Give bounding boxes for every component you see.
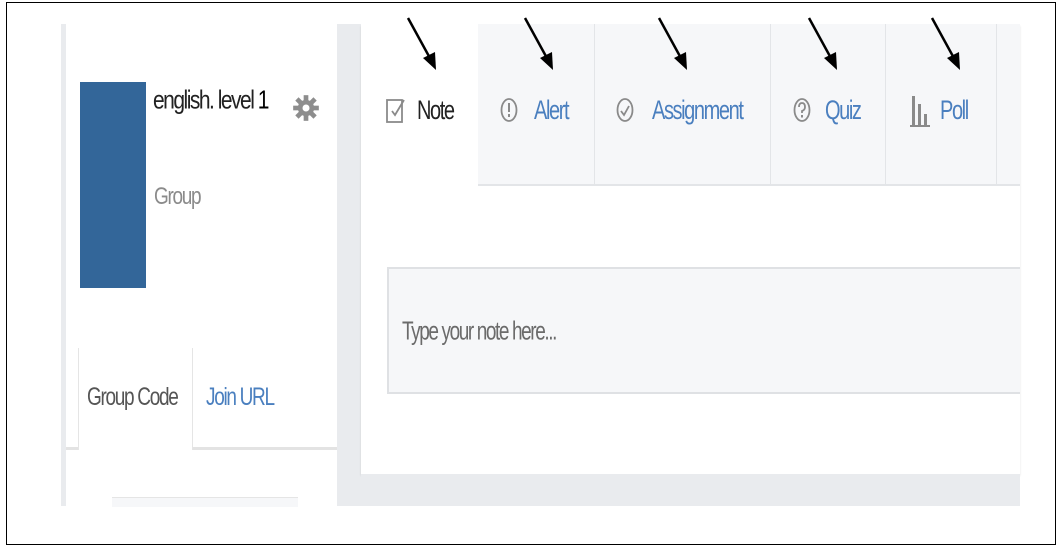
toolbar-divider <box>770 24 771 184</box>
quiz-icon <box>793 98 811 122</box>
group-code-panel <box>112 497 298 507</box>
annotation-arrow <box>807 17 837 70</box>
tab-group-code-label[interactable]: Group Code <box>87 384 179 413</box>
annotation-arrow <box>523 17 553 70</box>
note-icon <box>386 99 405 123</box>
group-type-label: Group <box>154 184 202 211</box>
alert-icon <box>500 98 518 122</box>
tool-poll[interactable]: Poll <box>910 94 990 134</box>
tool-note-label: Note <box>417 96 455 126</box>
annotation-arrow <box>930 17 960 70</box>
assignment-icon <box>616 98 634 122</box>
group-name-text: english. level <box>153 86 258 115</box>
tool-note[interactable]: Note <box>385 94 475 134</box>
tool-alert[interactable]: Alert <box>500 94 580 134</box>
group-name[interactable]: english. level 1 <box>153 86 270 116</box>
tool-quiz-label: Quiz <box>825 96 862 126</box>
tab-join-url[interactable]: Join URL <box>206 384 275 413</box>
tabs-underline-left <box>66 447 78 450</box>
annotation-arrow <box>657 17 687 70</box>
toolbar-divider <box>594 24 595 184</box>
toolbar-divider <box>996 24 997 184</box>
toolbar-divider <box>885 24 886 184</box>
poll-icon <box>910 96 930 127</box>
tool-alert-label: Alert <box>534 96 570 126</box>
group-avatar[interactable] <box>80 82 146 288</box>
tool-assignment[interactable]: Assignment <box>616 94 756 134</box>
tool-assignment-label: Assignment <box>652 96 744 126</box>
page-background-band <box>361 474 1020 506</box>
tool-quiz[interactable]: Quiz <box>793 94 873 134</box>
tabs-underline <box>193 447 337 450</box>
annotation-arrow <box>406 17 436 70</box>
gear-icon[interactable] <box>292 93 320 123</box>
group-name-level: 1 <box>257 86 270 115</box>
column-gutter <box>337 24 361 506</box>
tool-poll-label: Poll <box>940 96 969 126</box>
note-input-placeholder: Type your note here... <box>402 318 557 347</box>
